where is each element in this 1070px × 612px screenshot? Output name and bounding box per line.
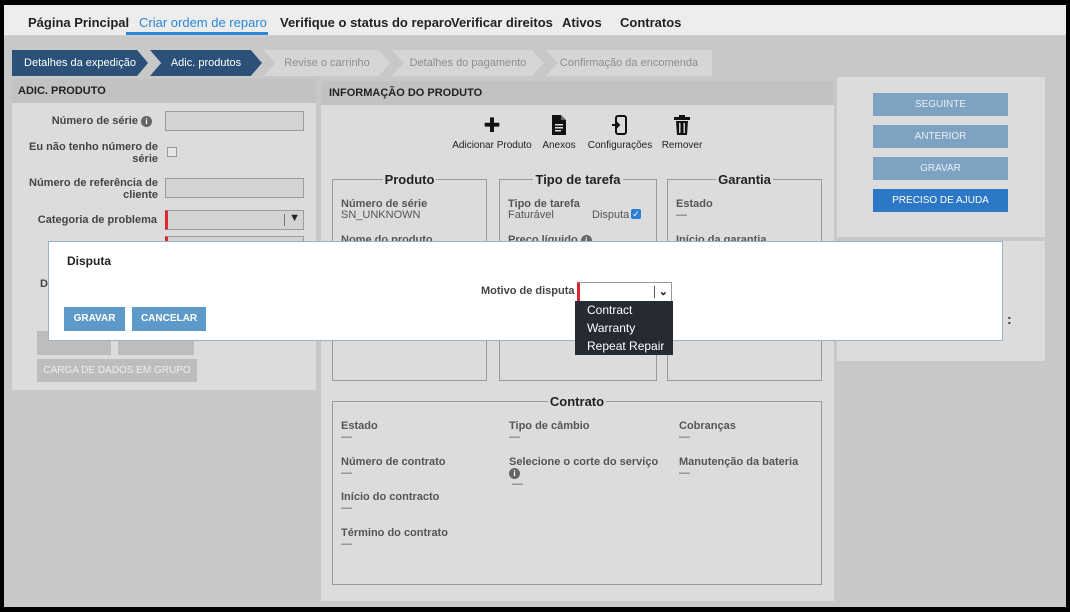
nav-home[interactable]: Página Principal — [28, 15, 129, 30]
exchange-type-value: — — [509, 431, 520, 443]
nav-check-rights[interactable]: Verificar direitos — [451, 15, 553, 30]
modal-cancel-button[interactable]: CANCELAR — [132, 307, 206, 331]
dispute-reason-label: Motivo de disputa — [481, 285, 575, 297]
product-serial-value: SN_UNKNOWN — [341, 209, 421, 221]
contract-start-label: Início do contracto — [341, 491, 440, 503]
contract-box-title: Contrato — [547, 394, 607, 409]
charges-value: — — [679, 431, 690, 443]
active-tab-underline — [126, 32, 268, 35]
problem-category-label: Categoria de problema — [37, 214, 157, 226]
chevron-down-icon: ⌄ — [658, 286, 668, 298]
add-product-title: ADIC. PRODUTO — [12, 79, 316, 103]
dispute-checkbox-label: Disputa — [592, 209, 630, 221]
dropdown-option-contract[interactable]: Contract — [575, 301, 673, 319]
no-serial-checkbox[interactable] — [167, 147, 177, 157]
step-shipping-details[interactable]: Detalhes da expedição — [12, 50, 148, 76]
contract-number-value: — — [341, 467, 352, 479]
trash-icon — [659, 115, 705, 137]
contract-start-value: — — [341, 502, 352, 514]
task-type-box-title: Tipo de tarefa — [533, 172, 623, 187]
contract-end-value: — — [341, 538, 352, 550]
help-button[interactable]: PRECISO DE AJUDA — [873, 189, 1008, 212]
service-cut-value: — — [512, 478, 523, 490]
warranty-box-title: Garantia — [716, 172, 773, 187]
nav-contracts[interactable]: Contratos — [620, 15, 681, 30]
contract-state-value: — — [341, 431, 352, 443]
top-nav: Página Principal Criar ordem de reparo V… — [4, 5, 1066, 36]
dispute-reason-select[interactable]: ⌄ — [577, 282, 672, 302]
document-icon — [537, 115, 581, 137]
app-window: Página Principal Criar ordem de reparo V… — [4, 5, 1066, 607]
serial-number-label: Número de série i — [22, 115, 152, 127]
nav-create-repair[interactable]: Criar ordem de reparo — [139, 15, 267, 30]
dispute-modal: Disputa Motivo de disputa ⌄ GRAVAR CANCE… — [48, 241, 1003, 341]
dispute-reason-dropdown: Contract Warranty Repeat Repair — [575, 301, 673, 355]
contract-end-label: Término do contrato — [341, 527, 448, 539]
dispute-checkbox[interactable]: ✓ — [631, 209, 641, 219]
add-product-panel: ADIC. PRODUTO Número de série i Eu não t… — [12, 79, 316, 390]
customer-ref-label: Número de referência de cliente — [29, 177, 158, 201]
remove-tool[interactable]: Remover — [659, 115, 705, 151]
customer-ref-input[interactable] — [165, 178, 304, 198]
chevron-down-icon: ▼ — [289, 212, 300, 224]
bulk-upload-button[interactable]: CARGA DE DADOS EM GRUPO — [37, 359, 197, 382]
attachments-tool[interactable]: Anexos — [537, 115, 581, 151]
contract-number-label: Número de contrato — [341, 456, 446, 468]
problem-category-select[interactable]: ▼ — [165, 210, 304, 230]
warranty-state-value: — — [676, 209, 687, 221]
serial-number-input[interactable] — [165, 111, 304, 131]
task-type-value: Faturável — [508, 209, 554, 221]
next-button[interactable]: SEGUINTE — [873, 93, 1008, 116]
dispute-modal-title: Disputa — [67, 254, 112, 268]
contract-box: Contrato Estado — Tipo de câmbio — Cobra… — [332, 394, 822, 585]
add-product-tool[interactable]: ✚ Adicionar Produto — [451, 115, 533, 151]
configurations-tool[interactable]: Configurações — [587, 115, 653, 151]
service-cut-label: Selecione o corte do serviço — [509, 456, 659, 468]
step-review-cart[interactable]: Revise o carrinho — [264, 50, 390, 76]
plus-icon: ✚ — [483, 115, 501, 137]
exchange-type-label: Tipo de câmbio — [509, 420, 590, 432]
dropdown-option-repeat-repair[interactable]: Repeat Repair — [575, 337, 673, 355]
battery-maintenance-value: — — [679, 467, 690, 479]
info-icon[interactable]: i — [141, 115, 152, 127]
summary-partial-colon: : — [1007, 311, 1012, 327]
battery-maintenance-label: Manutenção da bateria — [679, 456, 799, 468]
product-box-title: Produto — [382, 172, 437, 187]
actions-panel: SEGUINTE ANTERIOR GRAVAR PRECISO DE AJUD… — [837, 77, 1045, 237]
nav-repair-status[interactable]: Verifique o status do reparo — [280, 15, 452, 30]
modal-save-button[interactable]: GRAVAR — [64, 307, 125, 331]
device-config-icon — [587, 115, 653, 137]
nav-assets[interactable]: Ativos — [562, 15, 602, 30]
save-button[interactable]: GRAVAR — [873, 157, 1008, 180]
product-info-title: INFORMAÇÃO DO PRODUTO — [321, 81, 834, 105]
no-serial-label: Eu não tenho número de série — [29, 141, 158, 165]
previous-button[interactable]: ANTERIOR — [873, 125, 1008, 148]
step-order-confirmation[interactable]: Confirmação da encomenda — [546, 50, 712, 76]
dropdown-option-warranty[interactable]: Warranty — [575, 319, 673, 337]
step-payment-details[interactable]: Detalhes do pagamento — [392, 50, 544, 76]
step-add-products[interactable]: Adic. produtos — [150, 50, 262, 76]
